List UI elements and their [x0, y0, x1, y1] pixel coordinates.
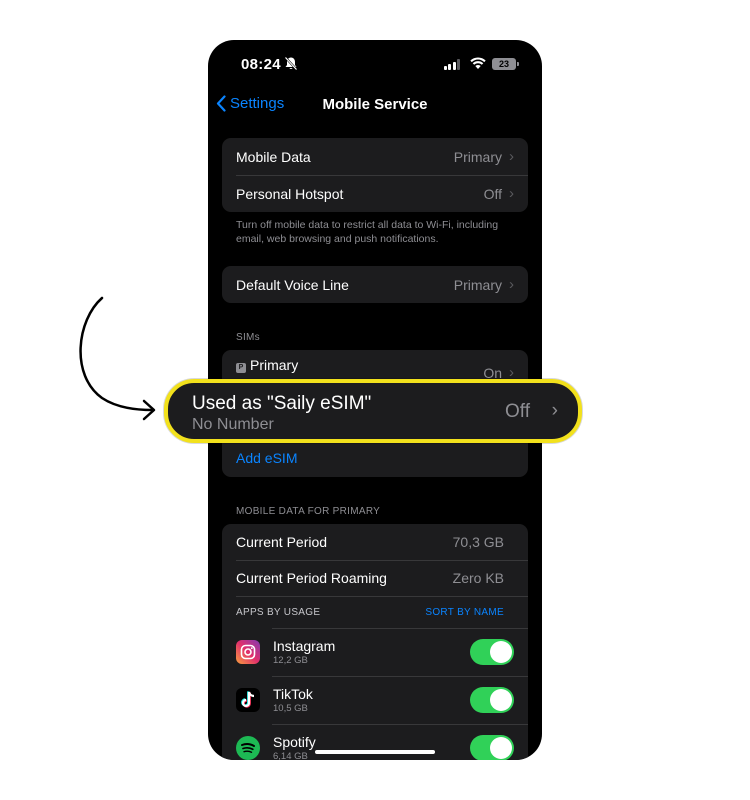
- chevron-right-icon: ›: [509, 185, 514, 202]
- app-name: Instagram: [273, 638, 336, 654]
- tiktok-icon: [236, 688, 260, 712]
- esim-callout-row[interactable]: Used as "Saily eSIM" No Number Off ›: [164, 379, 582, 443]
- spotify-icon: [236, 736, 260, 760]
- bell-slash-icon: [284, 56, 298, 71]
- mobile-data-group: Mobile Data Primary › Personal Hotspot O…: [222, 138, 528, 212]
- nav-bar: Settings Mobile Service: [208, 92, 542, 120]
- callout-value: Off: [505, 401, 530, 422]
- sort-by-name-button[interactable]: SORT BY NAME: [425, 607, 504, 618]
- mobile-data-label: Mobile Data: [236, 148, 311, 165]
- chevron-right-icon: ›: [551, 400, 558, 421]
- callout-title: Used as "Saily eSIM": [192, 393, 372, 414]
- sims-header: SIMs: [236, 332, 260, 343]
- current-period-value: 70,3 GB: [452, 534, 504, 550]
- app-row-tiktok: TikTok 10,5 GB: [222, 676, 528, 724]
- default-voice-line-row[interactable]: Default Voice Line Primary ›: [222, 266, 528, 303]
- current-period-label: Current Period: [236, 534, 328, 550]
- annotation-arrow: [79, 296, 156, 421]
- home-indicator: [315, 750, 435, 754]
- current-period-row: Current Period 70,3 GB: [222, 524, 528, 560]
- mobile-data-row[interactable]: Mobile Data Primary ›: [222, 138, 528, 175]
- status-time: 08:24: [241, 56, 281, 73]
- page-title: Mobile Service: [322, 96, 428, 113]
- personal-hotspot-label: Personal Hotspot: [236, 185, 344, 202]
- personal-hotspot-row[interactable]: Personal Hotspot Off ›: [222, 175, 528, 212]
- current-period-roaming-value: Zero KB: [452, 570, 504, 586]
- callout-subtitle: No Number: [192, 416, 274, 433]
- current-period-roaming-label: Current Period Roaming: [236, 570, 387, 586]
- mobile-data-footer: Turn off mobile data to restrict all dat…: [236, 219, 499, 245]
- app-row-instagram: Instagram 12,2 GB: [222, 628, 528, 676]
- wifi-icon: [470, 57, 486, 69]
- chevron-right-icon: ›: [509, 148, 514, 165]
- app-size: 10,5 GB: [273, 703, 308, 714]
- default-voice-line-value: Primary: [453, 276, 502, 293]
- apps-by-usage-label: APPS BY USAGE: [236, 606, 321, 618]
- spotify-data-toggle[interactable]: [470, 735, 514, 760]
- battery-icon: 23: [492, 58, 519, 70]
- tiktok-data-toggle[interactable]: [470, 687, 514, 713]
- add-esim-link[interactable]: Add eSIM: [236, 450, 297, 466]
- instagram-data-toggle[interactable]: [470, 639, 514, 665]
- app-size: 12,2 GB: [273, 655, 308, 666]
- mobile-data-value: Primary: [453, 148, 502, 165]
- primary-sim-label: Primary: [250, 357, 299, 373]
- default-voice-line-label: Default Voice Line: [236, 276, 349, 293]
- app-name: Spotify: [273, 734, 316, 750]
- app-name: TikTok: [273, 686, 313, 702]
- mobile-data-for-primary-header: MOBILE DATA FOR PRIMARY: [236, 506, 381, 517]
- current-period-roaming-row: Current Period Roaming Zero KB: [222, 560, 528, 596]
- sim-badge-icon: P: [236, 363, 246, 373]
- cellular-signal-icon: [443, 59, 460, 70]
- app-row-spotify: Spotify 6,14 GB: [222, 724, 528, 760]
- mobile-data-usage-group: Current Period 70,3 GB Current Period Ro…: [222, 524, 528, 760]
- status-bar: 08:24 23: [208, 40, 542, 90]
- chevron-right-icon: ›: [509, 276, 514, 293]
- voice-line-group: Default Voice Line Primary ›: [222, 266, 528, 303]
- apps-by-usage-header: APPS BY USAGE SORT BY NAME: [222, 596, 528, 628]
- personal-hotspot-value: Off: [483, 185, 502, 202]
- instagram-icon: [236, 640, 260, 664]
